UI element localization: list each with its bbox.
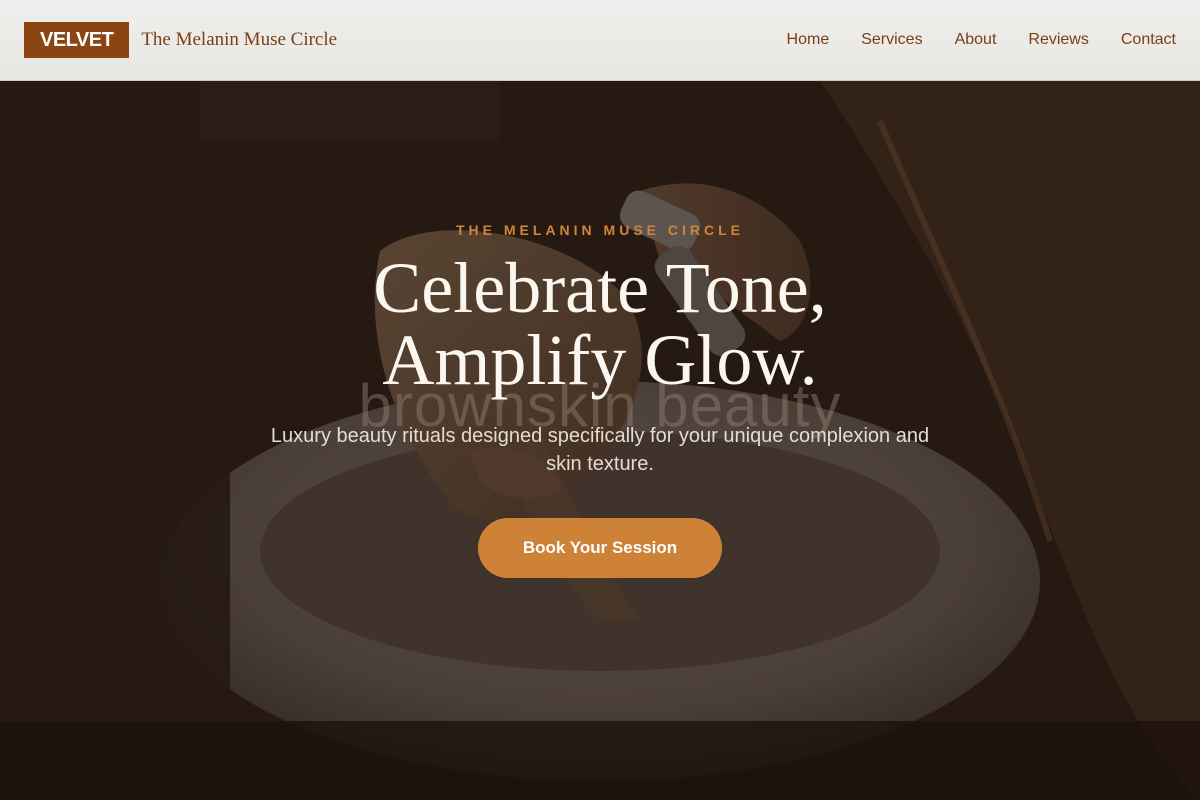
hero-content: THE MELANIN MUSE CIRCLE Celebrate Tone, … <box>0 81 1200 800</box>
nav-about-link[interactable]: About <box>955 31 997 49</box>
hero-section: brownskin beauty THE MELANIN MUSE CIRCLE… <box>0 81 1200 800</box>
nav-home-link[interactable]: Home <box>787 31 830 49</box>
site-header: VELVET The Melanin Muse Circle Home Serv… <box>0 0 1200 81</box>
headline-line-1: Celebrate Tone, <box>373 248 827 328</box>
nav-services-link[interactable]: Services <box>861 31 922 49</box>
nav-reviews-link[interactable]: Reviews <box>1028 31 1088 49</box>
logo[interactable]: VELVET <box>24 22 130 58</box>
brand-name: The Melanin Muse Circle <box>141 29 338 50</box>
headline-line-2: Amplify Glow. <box>382 320 818 400</box>
book-session-button[interactable]: Book Your Session <box>478 518 722 578</box>
main-nav: Home Services About Reviews Contact <box>755 31 1176 49</box>
hero-subtitle: Luxury beauty rituals designed specifica… <box>270 425 930 475</box>
hero-eyebrow: THE MELANIN MUSE CIRCLE <box>456 222 744 238</box>
nav-contact-link[interactable]: Contact <box>1121 31 1176 49</box>
hero-headline: Celebrate Tone, Amplify Glow. <box>373 252 826 396</box>
